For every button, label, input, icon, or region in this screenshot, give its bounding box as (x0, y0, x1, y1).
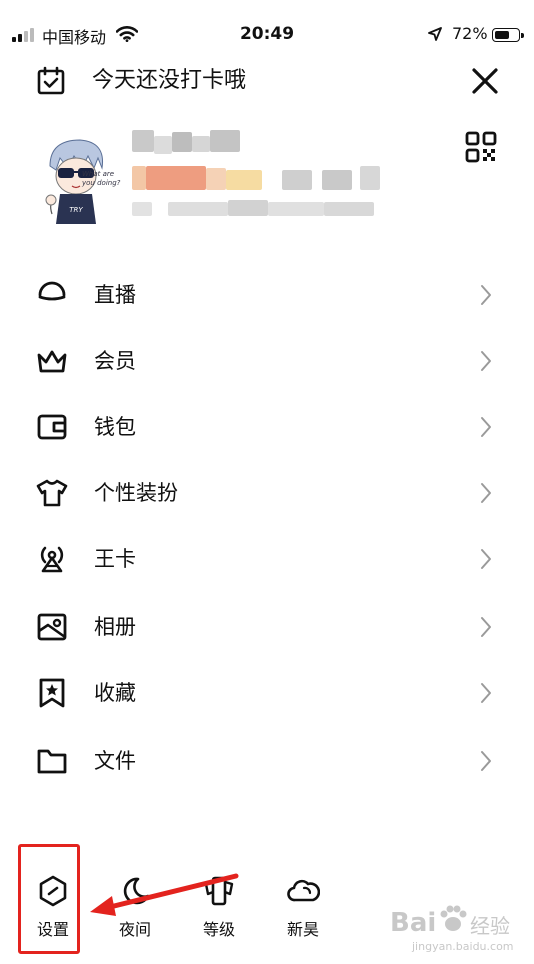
tshirt-icon (36, 479, 68, 507)
photo-icon (37, 613, 67, 641)
menu-item-label: 会员 (94, 349, 136, 373)
qr-code-icon[interactable] (464, 130, 498, 164)
chevron-right-icon (481, 483, 491, 503)
close-icon[interactable] (468, 64, 502, 98)
weather-icon (287, 879, 320, 902)
watermark-logo: Bai (390, 908, 437, 938)
menu-item-label: 相册 (94, 615, 136, 639)
battery-icon (492, 28, 524, 42)
menu-item-vip[interactable]: 会员 (0, 328, 534, 394)
calendar-check-icon[interactable] (36, 66, 66, 96)
weather-label: 新昊 (286, 920, 319, 939)
menu-item-files[interactable]: 文件 (0, 728, 534, 794)
vip-badge-blurred (132, 166, 392, 192)
location-arrow-icon (428, 27, 442, 41)
menu-item-live[interactable]: 直播 (0, 262, 534, 328)
menu-item-king-card[interactable]: 王卡 (0, 526, 534, 592)
menu-item-label: 个性装扮 (94, 481, 178, 505)
menu-item-label: 王卡 (94, 547, 136, 571)
menu-item-label: 收藏 (94, 681, 136, 705)
chevron-right-icon (481, 751, 491, 771)
watermark-site: jingyan.baidu.com (412, 940, 514, 953)
menu-item-wallet[interactable]: 钱包 (0, 394, 534, 460)
crown-icon (37, 350, 67, 373)
signal-tower-icon (40, 546, 64, 573)
avatar-caption: What are you doing? (82, 170, 121, 187)
chevron-right-icon (481, 285, 491, 305)
chevron-right-icon (481, 417, 491, 437)
chevron-right-icon (481, 617, 491, 637)
wallet-icon (37, 414, 67, 440)
chevron-right-icon (481, 683, 491, 703)
live-icon (38, 281, 66, 301)
folder-icon (37, 749, 67, 774)
battery-percentage: 72% (452, 24, 488, 43)
checkin-status-text[interactable]: 今天还没打卡哦 (92, 66, 246, 96)
status-bar: 中国移动 20:49 72% (0, 0, 534, 72)
menu-item-label: 文件 (94, 749, 136, 773)
menu-item-favorites[interactable]: 收藏 (0, 660, 534, 726)
chevron-right-icon (481, 351, 491, 371)
menu-item-album[interactable]: 相册 (0, 594, 534, 660)
menu-item-label: 直播 (94, 283, 136, 307)
menu-item-label: 钱包 (94, 415, 136, 439)
bookmark-star-icon (39, 678, 65, 708)
watermark-jingyan: 经验 (470, 914, 510, 938)
username-blurred (132, 130, 242, 160)
weather-button[interactable]: 新昊 (268, 868, 338, 944)
paw-icon (440, 905, 467, 931)
red-arrow-annotation (90, 873, 239, 916)
menu-item-theme[interactable]: 个性装扮 (0, 460, 534, 526)
chevron-right-icon (481, 549, 491, 569)
highlight-box-annotation (18, 844, 80, 954)
signature-blurred (132, 200, 382, 218)
